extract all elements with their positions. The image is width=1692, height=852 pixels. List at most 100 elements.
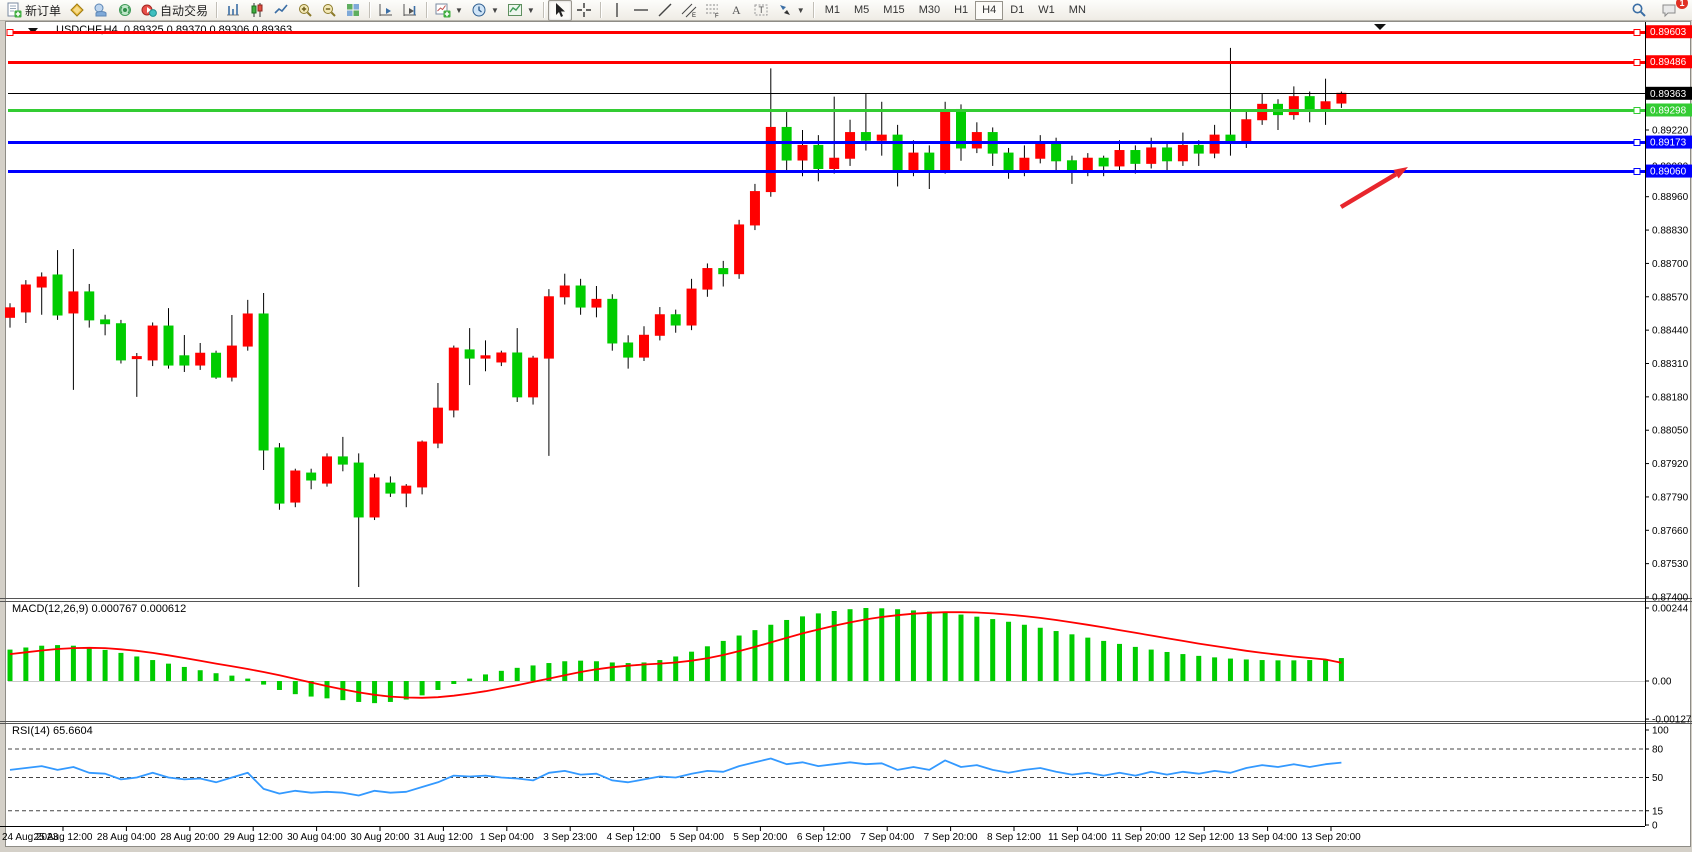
line-handle[interactable] [1634,108,1640,114]
candle-body [1115,151,1124,166]
indicators-button[interactable]: ▼ [431,0,467,21]
arrows-tool-button[interactable]: ▼ [773,0,809,21]
candle-body [529,358,538,397]
profiles-button[interactable] [65,0,89,21]
candle-body [925,153,934,171]
chart-shift-button[interactable] [398,0,422,21]
text-tool-button[interactable]: A [725,0,749,21]
channel-tool-button[interactable]: E [677,0,701,21]
candle-body [180,356,189,365]
line-chart-type-button[interactable] [269,0,293,21]
svg-text:0.89173: 0.89173 [1650,138,1687,149]
candle-body [1258,104,1267,119]
candle-body [132,357,141,359]
timeframe-h1[interactable]: H1 [947,1,975,20]
macd-bar [1038,628,1043,681]
chart-canvas[interactable]: 0.892200.890800.889600.888300.887000.885… [0,0,1692,852]
macd-bar [974,617,979,681]
timeframe-m5[interactable]: M5 [847,1,876,20]
svg-text:T: T [758,5,764,15]
timeframe-mn[interactable]: MN [1062,1,1093,20]
fibonacci-tool-button[interactable]: F [701,0,725,21]
svg-text:28 Aug 04:00: 28 Aug 04:00 [97,832,156,843]
macd-bar [1101,641,1106,681]
line-handle[interactable] [1634,140,1640,146]
timeframe-m15[interactable]: M15 [876,1,911,20]
svg-text:13 Sep 04:00: 13 Sep 04:00 [1238,832,1298,843]
macd-bar [1165,652,1170,681]
auto-scroll-button[interactable] [374,0,398,21]
market-watch-icon [93,2,109,18]
cursor-tool-button[interactable] [548,0,572,21]
new-order-icon [6,2,22,18]
svg-text:31 Aug 12:00: 31 Aug 12:00 [414,832,473,843]
candle-body [877,135,886,140]
zoom-out-button[interactable] [317,0,341,21]
bar-chart-type-button[interactable] [221,0,245,21]
candle-body [291,471,300,502]
timeframe-m30[interactable]: M30 [912,1,947,20]
candle-body [703,269,712,290]
macd-bar [1069,634,1074,681]
svg-text:8 Sep 12:00: 8 Sep 12:00 [987,832,1041,843]
zoom-in-button[interactable] [293,0,317,21]
candlestick-type-button[interactable] [245,0,269,21]
signals-button[interactable] [113,0,137,21]
svg-text:5 Sep 04:00: 5 Sep 04:00 [670,832,724,843]
new-order-label: 新订单 [25,2,61,19]
line-handle[interactable] [1634,30,1640,36]
candle-body [354,463,363,517]
market-watch-button[interactable] [89,0,113,21]
macd-bar [1085,638,1090,681]
timeframe-w1[interactable]: W1 [1031,1,1062,20]
line-handle[interactable] [7,30,13,36]
macd-bar [1276,660,1281,681]
equidistant-channel-icon: E [681,2,697,18]
horizontal-line-tool-button[interactable] [629,0,653,21]
macd-bar [388,681,393,702]
trendline-tool-button[interactable] [653,0,677,21]
candle-body [1020,158,1029,171]
svg-text:0.87920: 0.87920 [1652,459,1689,470]
macd-bar [848,609,853,681]
chart-shift-marker-icon[interactable] [1374,24,1386,30]
timeframe-m1[interactable]: M1 [818,1,847,20]
vertical-line-tool-button[interactable] [605,0,629,21]
svg-text:0.89220: 0.89220 [1652,126,1689,137]
new-order-button[interactable]: 新订单 [2,0,65,21]
notifications-button[interactable]: 1 [1657,0,1682,21]
candlestick-series [6,48,1346,587]
dropdown-caret: ▼ [797,6,805,15]
timeframe-d1[interactable]: D1 [1003,1,1031,20]
svg-text:E: E [692,13,696,18]
line-handle[interactable] [1634,169,1640,175]
candle-body [307,473,316,480]
rsi-line [10,759,1341,796]
macd-bar [959,615,964,681]
tile-windows-icon [345,2,361,18]
text-label-tool-button[interactable]: T [749,0,773,21]
macd-bar [752,630,757,681]
candle-body [624,343,633,357]
line-handle[interactable] [1634,60,1640,66]
templates-button[interactable]: ▼ [503,0,539,21]
zoom-in-icon [297,2,313,18]
tile-windows-button[interactable] [341,0,365,21]
autotrading-button[interactable]: 自动交易 [137,0,212,21]
crosshair-icon [576,2,592,18]
timeframe-h4[interactable]: H4 [975,1,1003,20]
crosshair-tool-button[interactable] [572,0,596,21]
toolbar-separator [216,2,217,18]
svg-text:30 Aug 20:00: 30 Aug 20:00 [351,832,410,843]
svg-text:7 Sep 04:00: 7 Sep 04:00 [860,832,914,843]
search-button[interactable] [1627,0,1651,21]
candle-body [465,350,474,358]
svg-text:0.88180: 0.88180 [1652,392,1689,403]
annotation-arrow-shaft[interactable] [1341,174,1396,207]
macd-bar [737,636,742,681]
periods-button[interactable]: ▼ [467,0,503,21]
search-icon [1631,2,1647,18]
macd-bar [990,619,995,681]
macd-signal-line [10,612,1341,698]
candle-body [655,315,664,336]
